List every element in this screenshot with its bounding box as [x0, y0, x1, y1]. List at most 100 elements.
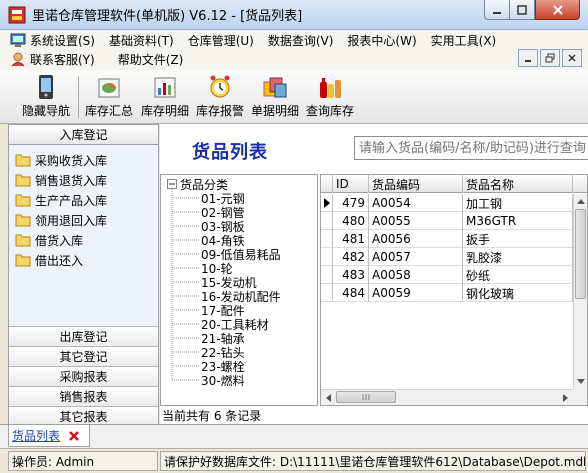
cell-name: 钢化玻璃	[463, 284, 573, 302]
documents-icon	[263, 77, 287, 98]
maximize-button[interactable]	[510, 0, 535, 20]
mdi-restore-button[interactable]	[540, 49, 560, 67]
nav-item-borrow-inbound[interactable]: 借货入库	[9, 230, 158, 250]
scroll-thumb[interactable]	[575, 209, 586, 299]
folder-icon	[15, 234, 31, 247]
contact-icon	[11, 52, 25, 67]
column-header-id[interactable]: ID	[333, 175, 369, 193]
nav-section-sales-report[interactable]: 销售报表	[9, 386, 158, 406]
folder-icon	[15, 194, 31, 207]
table-row[interactable]: 480 A0055 M36GTR	[321, 212, 587, 230]
nav-section-other-register[interactable]: 其它登记	[9, 346, 158, 366]
scroll-hthumb[interactable]	[336, 391, 396, 403]
inventory-alert-button[interactable]: 库存报警	[193, 72, 247, 122]
tree-node[interactable]: 30-燃料	[201, 373, 245, 388]
nav-section-other-report[interactable]: 其它报表	[9, 406, 158, 426]
cell-id: 484	[333, 284, 369, 302]
scrollbar-corner	[573, 389, 587, 405]
cell-name: M36GTR	[463, 212, 573, 230]
inventory-summary-button[interactable]: 库存汇总	[82, 72, 136, 122]
folder-icon	[15, 174, 31, 187]
cell-code: A0059	[369, 284, 463, 302]
menu-system-settings[interactable]: 系统设置(S)	[0, 30, 102, 50]
phone-icon	[39, 75, 53, 99]
menu-row-2: 联系客服(Y) 帮助文件(Z)	[0, 49, 190, 69]
cell-code: A0058	[369, 266, 463, 284]
grid-header: ID 货品编码 货品名称	[321, 175, 587, 193]
hide-nav-button[interactable]: 隐藏导航	[18, 72, 74, 122]
search-input[interactable]	[354, 136, 588, 160]
row-indicator	[321, 248, 333, 266]
alarm-clock-icon	[210, 75, 230, 98]
nav-section-purchase-report[interactable]: 采购报表	[9, 366, 158, 386]
minimize-button[interactable]	[484, 0, 510, 20]
table-row[interactable]: 484 A0059 钢化玻璃	[321, 284, 587, 302]
query-inventory-button[interactable]: 查询库存	[303, 72, 357, 122]
row-indicator	[321, 284, 333, 302]
vertical-scrollbar[interactable]	[573, 194, 587, 389]
nav-header-inbound[interactable]: 入库登记	[9, 125, 158, 145]
restore-icon	[545, 53, 555, 63]
arrow-up-icon	[576, 199, 585, 204]
scroll-right-button[interactable]	[559, 390, 573, 405]
cell-name: 加工钢	[463, 194, 573, 212]
scroll-left-button[interactable]	[321, 390, 335, 405]
page-title: 货品列表	[192, 142, 268, 163]
mdi-close-button[interactable]	[562, 49, 582, 67]
table-row[interactable]: 483 A0058 砂纸	[321, 266, 587, 284]
current-row-indicator	[321, 194, 333, 212]
cell-id: 480	[333, 212, 369, 230]
nav-item-purchase-inbound[interactable]: 采购收货入库	[9, 150, 158, 170]
cell-code: A0054	[369, 194, 463, 212]
mdi-minimize-button[interactable]	[518, 49, 538, 67]
column-header-code[interactable]: 货品编码	[369, 175, 463, 193]
row-indicator	[321, 266, 333, 284]
menu-help[interactable]: 帮助文件(Z)	[102, 49, 191, 69]
tab-product-list[interactable]: 货品列表	[8, 425, 90, 447]
nav-section-outbound[interactable]: 出库登记	[9, 326, 158, 346]
menu-contact-support[interactable]: 联系客服(Y)	[0, 49, 102, 69]
horizontal-scrollbar[interactable]	[321, 389, 573, 405]
nav-sections: 出库登记 其它登记 采购报表 销售报表 其它报表	[9, 326, 158, 426]
operator-label: 操作员: Admin	[8, 451, 158, 471]
arrow-down-icon	[577, 379, 585, 384]
cell-name: 扳手	[463, 230, 573, 248]
menu-row-1: 系统设置(S) 基础资料(T) 仓库管理(U) 数据查询(V) 报表中心(W) …	[0, 30, 503, 50]
menu-data-query[interactable]: 数据查询(V)	[261, 30, 341, 50]
scroll-down-button[interactable]	[574, 375, 587, 389]
close-button[interactable]	[535, 0, 580, 20]
table-row[interactable]: 479 A0054 加工钢	[321, 194, 587, 212]
scroll-up-button[interactable]	[574, 194, 587, 208]
arrow-left-icon	[326, 393, 331, 402]
cell-name: 砂纸	[463, 266, 573, 284]
cell-code: A0057	[369, 248, 463, 266]
row-indicator-header	[321, 175, 333, 193]
menu-report-center[interactable]: 报表中心(W)	[340, 30, 423, 50]
menu-basic-data[interactable]: 基础资料(T)	[102, 30, 181, 50]
minimize-icon	[493, 11, 501, 14]
table-row[interactable]: 482 A0057 乳胶漆	[321, 248, 587, 266]
document-detail-button[interactable]: 单据明细	[248, 72, 302, 122]
nav-item-usage-return[interactable]: 领用退回入库	[9, 210, 158, 230]
status-bar: 操作员: Admin 请保护好数据库文件: D:\11111\里诺仓库管理软件6…	[0, 448, 588, 473]
nav-inbound-list: 采购收货入库 销售退货入库 生产产品入库 领用退回入库 借货入库 借出还入	[9, 145, 158, 326]
menu-warehouse[interactable]: 仓库管理(U)	[181, 30, 261, 50]
table-row[interactable]: 481 A0056 扳手	[321, 230, 587, 248]
nav-item-lend-return[interactable]: 借出还入	[9, 250, 158, 270]
nav-item-sales-return[interactable]: 销售退货入库	[9, 170, 158, 190]
cell-code: A0055	[369, 212, 463, 230]
document-tab-bar: 货品列表	[0, 424, 588, 448]
close-icon[interactable]	[68, 430, 80, 442]
menu-tools[interactable]: 实用工具(X)	[424, 30, 504, 50]
toolbar-separator	[78, 76, 79, 118]
nav-item-production-inbound[interactable]: 生产产品入库	[9, 190, 158, 210]
main-content: 货品列表 货品分类 01-元钢 02-钢管 03-钢板 04-角铁 09-低值易…	[160, 124, 588, 424]
close-icon	[552, 4, 563, 15]
chart-icon	[98, 78, 120, 98]
folder-icon	[15, 214, 31, 227]
inventory-detail-button[interactable]: 库存明细	[138, 72, 192, 122]
nav-panel: 入库登记 采购收货入库 销售退货入库 生产产品入库 领用退回入库 借货入库 借出…	[8, 124, 159, 426]
minimize-icon	[525, 60, 531, 62]
category-tree: 货品分类 01-元钢 02-钢管 03-钢板 04-角铁 09-低值易耗品 10…	[160, 174, 318, 406]
column-header-name[interactable]: 货品名称	[463, 175, 573, 193]
